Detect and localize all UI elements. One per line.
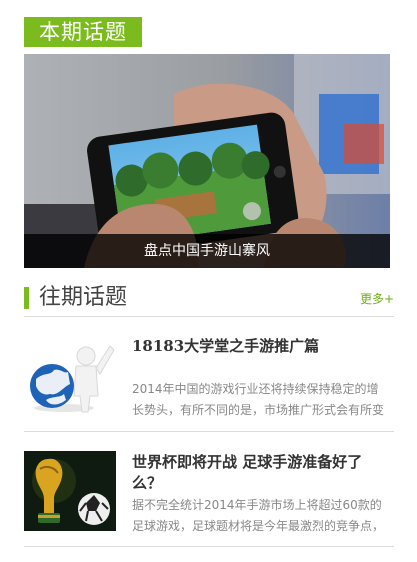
- divider: [24, 316, 394, 317]
- item-description: 2014年中国的游戏行业还将持续保持稳定的增长势头，有所不同的是，市场推广形式会…: [132, 382, 385, 417]
- item-title[interactable]: 世界杯即将开战 足球手游准备好了么？: [132, 452, 390, 494]
- item-thumbnail[interactable]: [24, 334, 116, 414]
- feature-banner[interactable]: 盘点中国手游山寨风: [24, 54, 390, 268]
- item-title[interactable]: 18183大学堂之手游推广篇: [132, 336, 390, 357]
- past-topics-heading: 往期话题: [39, 285, 128, 310]
- past-topics-accent-bar: [24, 287, 29, 309]
- divider: [24, 546, 394, 547]
- globe-figure-image: [24, 334, 116, 414]
- world-cup-trophy-image: [24, 451, 116, 531]
- item-thumbnail[interactable]: [24, 451, 116, 531]
- item-description: 据不完全统计2014年手游市场上将超过60款的足球游戏，足球题材将是今年最激烈的…: [132, 498, 385, 533]
- more-link[interactable]: 更多+: [360, 291, 394, 307]
- current-topic-heading: 本期话题: [24, 17, 142, 47]
- feature-caption[interactable]: 盘点中国手游山寨风: [24, 234, 390, 268]
- divider: [24, 431, 394, 432]
